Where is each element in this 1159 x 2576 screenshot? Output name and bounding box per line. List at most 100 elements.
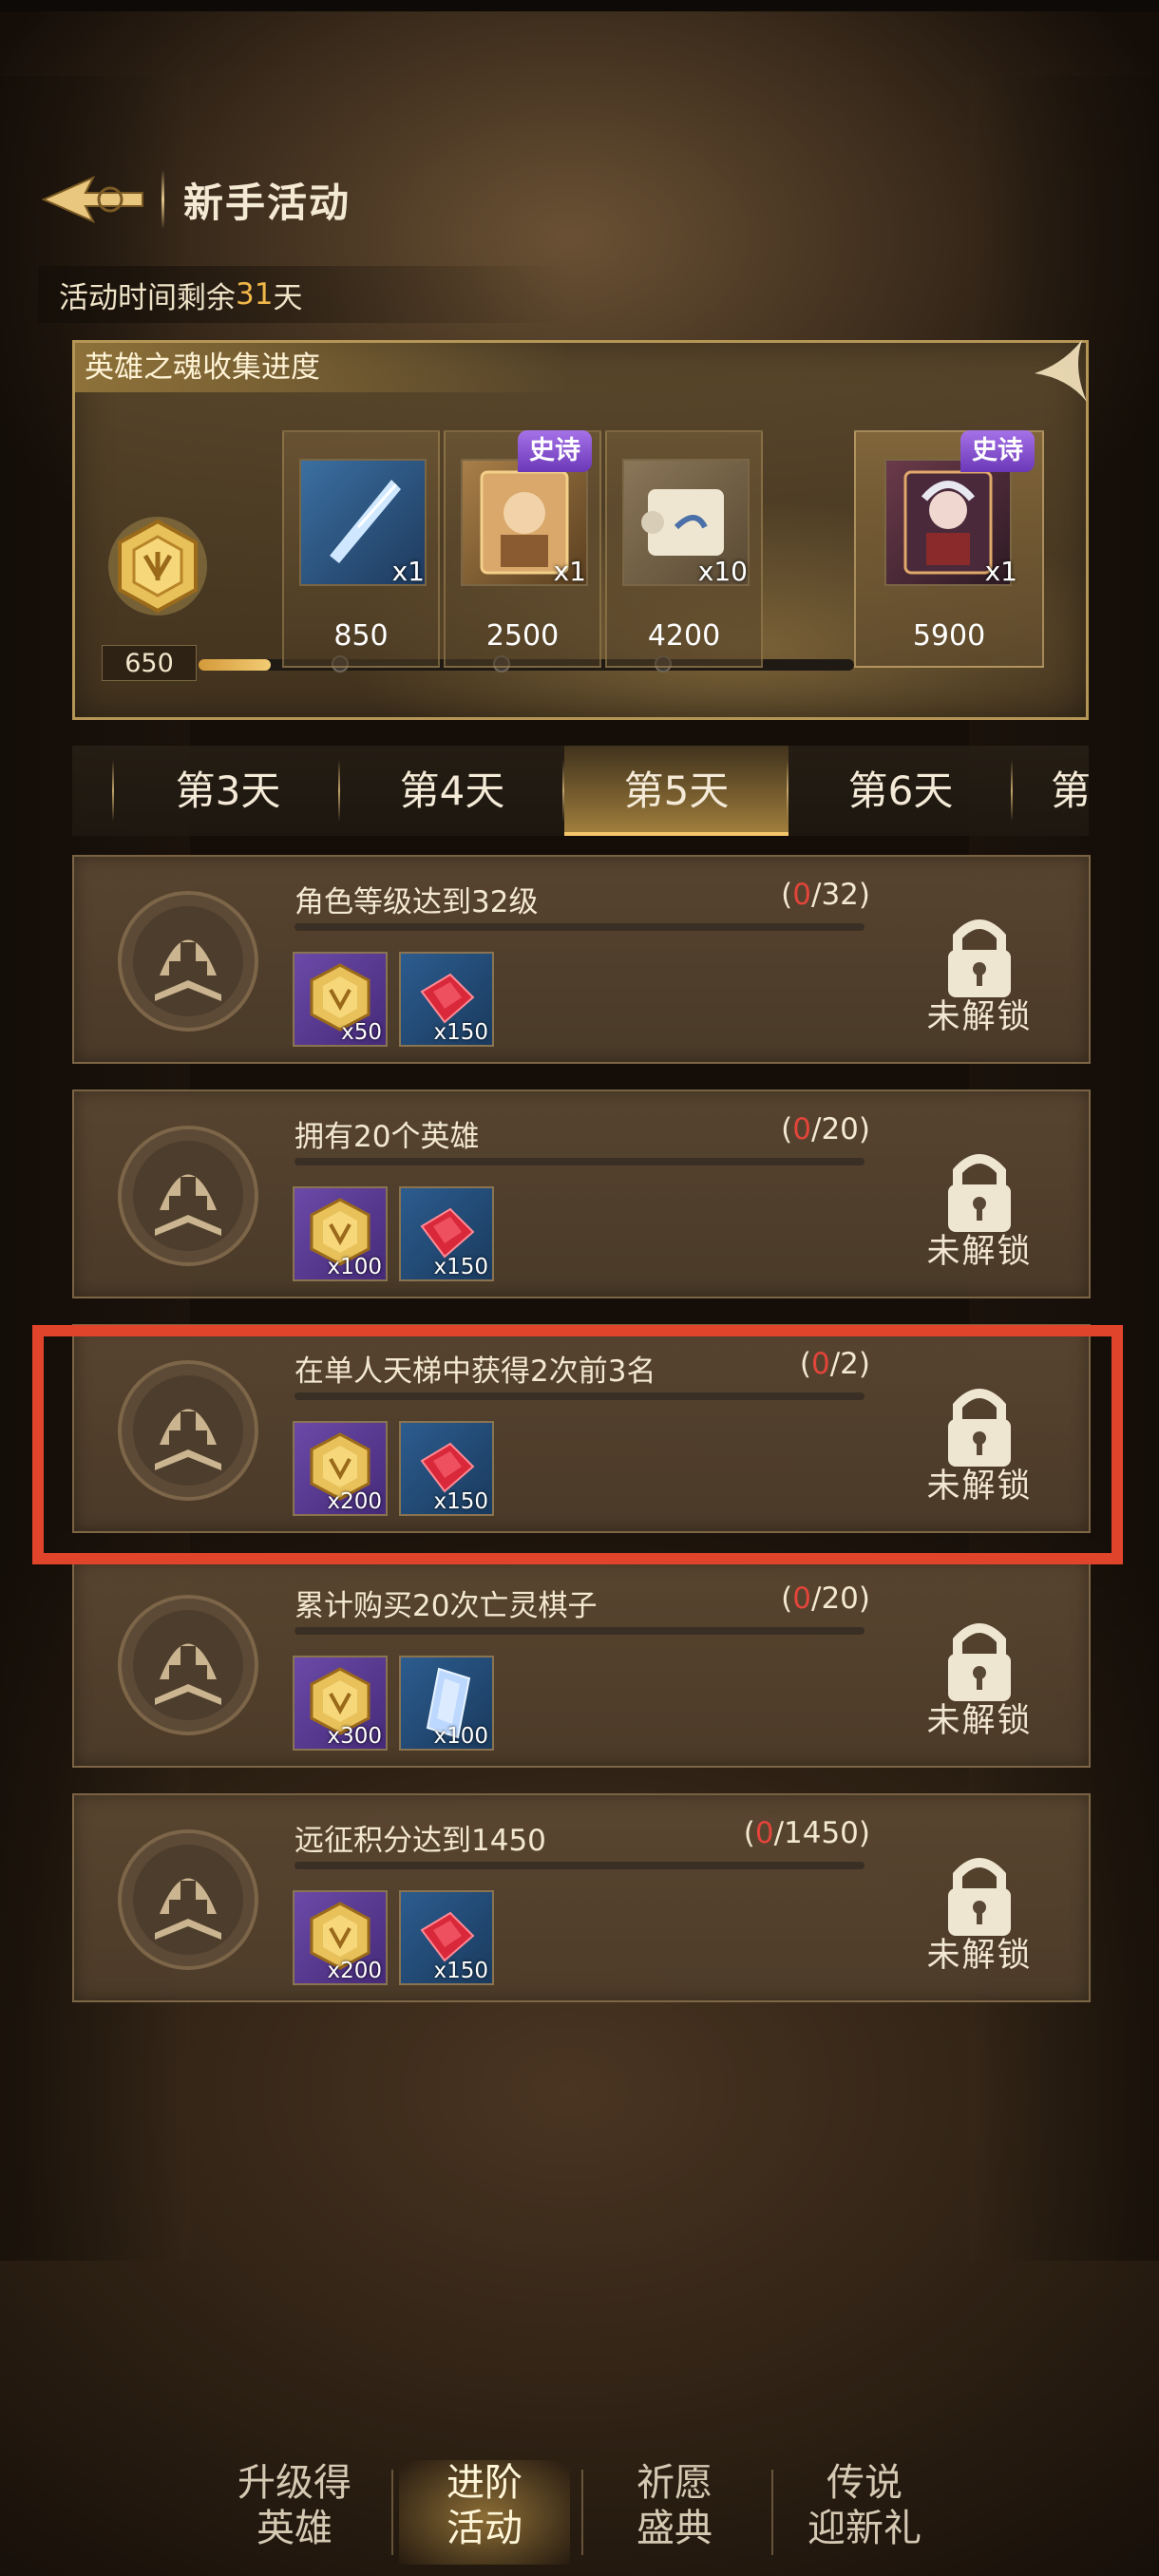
reward-quantity: x150 (433, 1255, 488, 1279)
nav-label-line1: 升级得 (238, 2461, 352, 2505)
task-card[interactable]: 累计购买20次亡灵棋子 (0/20) x300 x100 未解锁 (72, 1559, 1091, 1768)
locked-status: 未解锁 (926, 1148, 1032, 1272)
lock-label: 未解锁 (926, 1702, 1033, 1740)
nav-label-line2: 活动 (446, 2507, 522, 2550)
epic-badge: 史诗 (518, 430, 592, 472)
nav-label-line2: 盛典 (636, 2507, 712, 2550)
header: 新手活动 (36, 157, 351, 242)
reward-quantity: x1 (553, 556, 586, 587)
locked-status: 未解锁 (926, 1618, 1032, 1741)
page-title: 新手活动 (183, 179, 352, 226)
lock-label: 未解锁 (926, 1937, 1033, 1975)
nav-divider (771, 2470, 773, 2555)
reward-item[interactable]: x100 (293, 1186, 388, 1281)
time-prefix: 活动时间剩余 (59, 280, 236, 315)
day-tabs: 第3天 第4天 第5天 第6天 第 (72, 746, 1089, 836)
tab-day-4[interactable]: 第4天 (340, 746, 564, 836)
nav-wish-ceremony[interactable]: 祈愿 盛典 (589, 2460, 760, 2565)
milestone-reward-2[interactable]: 史诗 x1 2500 (444, 430, 601, 668)
tab-day-3[interactable]: 第3天 (116, 746, 340, 836)
task-progress-bar (294, 1862, 864, 1869)
task-progress-current: 0 (754, 1816, 774, 1850)
spartan-helmet-icon (112, 1589, 264, 1741)
reward-quantity: x1 (984, 556, 1017, 587)
nav-label-line2: 迎新礼 (808, 2507, 922, 2550)
milestone-reward-3[interactable]: x10 4200 (605, 430, 763, 668)
collection-title: 英雄之魂收集进度 (75, 343, 569, 392)
reward-quantity: x100 (327, 1255, 382, 1279)
lock-label: 未解锁 (926, 1233, 1033, 1271)
reward-item[interactable]: x200 (293, 1890, 388, 1985)
back-button[interactable] (36, 157, 150, 242)
reward-quantity: x10 (697, 556, 748, 587)
highlight-box (32, 1325, 1123, 1564)
nav-advanced-event[interactable]: 进阶 活动 (399, 2460, 570, 2565)
reward-threshold: 850 (333, 619, 389, 653)
task-progress-bar (294, 923, 864, 931)
nav-label-line1: 祈愿 (636, 2461, 712, 2505)
nav-legend-welcome[interactable]: 传说 迎新礼 (779, 2460, 950, 2565)
spartan-helmet-icon (112, 1824, 264, 1976)
tab-day-7-partial[interactable]: 第 (1013, 746, 1089, 836)
bottom-nav: 升级得 英雄 进阶 活动 祈愿 盛典 传说 迎新礼 (209, 2451, 969, 2576)
milestone-reward-1[interactable]: x1 850 (282, 430, 440, 668)
epic-badge: 史诗 (960, 430, 1035, 472)
task-progress-current: 0 (792, 1582, 811, 1616)
task-title: 拥有20个英雄 (294, 1120, 480, 1154)
collection-progress-fill (199, 659, 271, 671)
spartan-helmet-icon (112, 885, 264, 1037)
task-title: 累计购买20次亡灵棋子 (294, 1589, 598, 1623)
task-progress-total: /1450) (773, 1816, 870, 1850)
spartan-helmet-icon (112, 1120, 264, 1272)
task-progress: (0/20) (781, 1582, 870, 1616)
time-suffix: 天 (273, 280, 303, 315)
task-progress-total: /20) (811, 1112, 870, 1146)
reward-quantity: x1 (391, 556, 425, 587)
nav-divider (581, 2470, 583, 2555)
time-days: 31 (236, 277, 274, 312)
reward-item[interactable]: x50 (293, 952, 388, 1047)
task-progress-current: 0 (792, 1112, 811, 1146)
reward-threshold: 5900 (912, 619, 986, 653)
nav-divider (391, 2470, 393, 2555)
task-title: 远征积分达到1450 (294, 1824, 546, 1858)
reward-item[interactable]: x100 (399, 1656, 494, 1751)
reward-threshold: 2500 (485, 619, 560, 653)
back-arrow-icon (41, 175, 143, 224)
header-divider (162, 170, 164, 229)
tab-day-5[interactable]: 第5天 (564, 746, 788, 836)
task-progress-bar (294, 1158, 864, 1165)
task-card[interactable]: 远征积分达到1450 (0/1450) x200 x150 未解锁 (72, 1793, 1091, 2002)
tab-day-6[interactable]: 第6天 (788, 746, 1013, 836)
reward-item[interactable]: x150 (399, 1890, 494, 1985)
reward-quantity: x150 (433, 1959, 488, 1983)
tab-divider (112, 760, 114, 822)
task-progress-total: /20) (811, 1582, 870, 1616)
hero-soul-coin-icon[interactable] (105, 514, 210, 618)
reward-quantity: x50 (341, 1020, 382, 1045)
reward-quantity: x200 (327, 1959, 382, 1983)
reward-item[interactable]: x150 (399, 952, 494, 1047)
reward-quantity: x100 (433, 1724, 488, 1749)
nav-level-up-hero[interactable]: 升级得 英雄 (209, 2460, 380, 2565)
task-progress-bar (294, 1627, 864, 1635)
sparkle-icon (1035, 340, 1087, 402)
reward-quantity: x300 (327, 1724, 382, 1749)
task-progress: (0/32) (781, 878, 870, 912)
final-milestone-reward[interactable]: 史诗 x1 5900 (854, 430, 1044, 668)
collection-panel: 英雄之魂收集进度 650 x1 850 史诗 x1 2500 x10 4200 … (72, 340, 1089, 720)
nav-label-line1: 进阶 (446, 2461, 522, 2505)
reward-quantity: x150 (433, 1020, 488, 1045)
task-card[interactable]: 拥有20个英雄 (0/20) x100 x150 未解锁 (72, 1089, 1091, 1298)
status-strip (0, 0, 1159, 11)
locked-status: 未解锁 (926, 914, 1032, 1037)
task-card[interactable]: 角色等级达到32级 (0/32) x50 x150 未解锁 (72, 855, 1091, 1064)
reward-item[interactable]: x300 (293, 1656, 388, 1751)
reward-threshold: 4200 (647, 619, 721, 653)
task-progress-total: /32) (811, 878, 870, 912)
nav-label-line2: 英雄 (256, 2507, 332, 2550)
task-progress: (0/20) (781, 1112, 870, 1146)
locked-status: 未解锁 (926, 1852, 1032, 1976)
reward-item[interactable]: x150 (399, 1186, 494, 1281)
collection-current-value: 650 (102, 645, 197, 681)
